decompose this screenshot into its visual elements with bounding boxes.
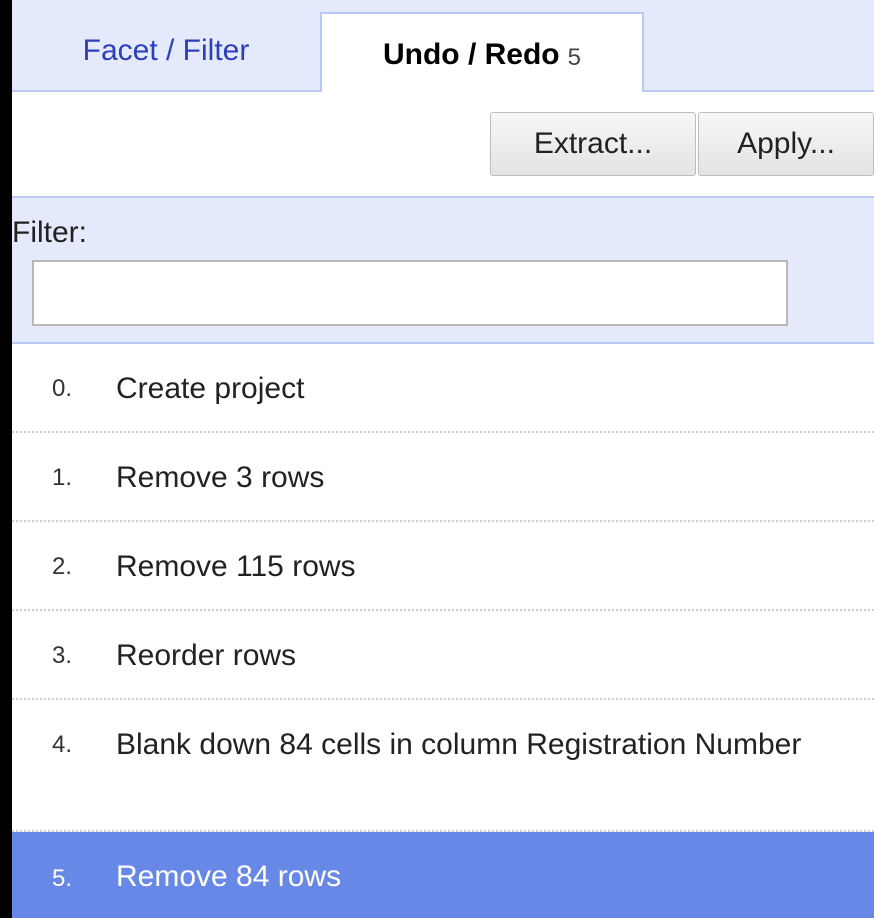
history-entry-number: 2. (52, 553, 73, 580)
history-entry-number: 0. (52, 375, 73, 402)
extract-button[interactable]: Extract... (490, 112, 696, 176)
apply-button[interactable]: Apply... (698, 112, 874, 176)
history-toolbar: Extract... Apply... (12, 92, 874, 196)
history-panel: Facet / Filter Undo / Redo 5 Extract... … (12, 0, 874, 918)
undo-redo-count-badge: 5 (567, 44, 581, 71)
history-entry-number: 4. (52, 731, 73, 758)
history-entry-number: 1. (52, 464, 73, 491)
tab-undo-redo[interactable]: Undo / Redo 5 (320, 12, 644, 96)
tab-facet-filter[interactable]: Facet / Filter (12, 12, 320, 90)
history-entry-label: Remove 3 rows (116, 461, 325, 494)
history-entry[interactable]: 4. Blank down 84 cells in column Registr… (12, 700, 874, 832)
history-entry-number: 5. (52, 865, 73, 892)
tab-undo-redo-label: Undo / Redo (382, 38, 560, 71)
history-entry-label: Create project (116, 372, 305, 405)
history-entry-label: Remove 115 rows (116, 550, 356, 583)
filter-section: Filter: (12, 196, 874, 344)
history-entry[interactable]: 1. Remove 3 rows (12, 433, 874, 522)
history-entry-label: Blank down 84 cells in column Registrati… (116, 728, 802, 761)
filter-label: Filter: (12, 216, 87, 249)
history-entry-selected[interactable]: 5. Remove 84 rows (12, 832, 874, 918)
history-entry[interactable]: 2. Remove 115 rows (12, 522, 874, 611)
history-entry-label: Remove 84 rows (116, 860, 342, 893)
tab-bar: Facet / Filter Undo / Redo 5 (12, 0, 874, 96)
tab-facet-filter-label: Facet / Filter (82, 34, 250, 67)
filter-input[interactable] (32, 260, 788, 326)
history-entry[interactable]: 3. Reorder rows (12, 611, 874, 700)
history-entry[interactable]: 0. Create project (12, 344, 874, 433)
history-list: 0. Create project 1. Remove 3 rows 2. Re… (12, 344, 874, 918)
history-entry-label: Reorder rows (116, 639, 297, 672)
history-entry-number: 3. (52, 642, 73, 669)
